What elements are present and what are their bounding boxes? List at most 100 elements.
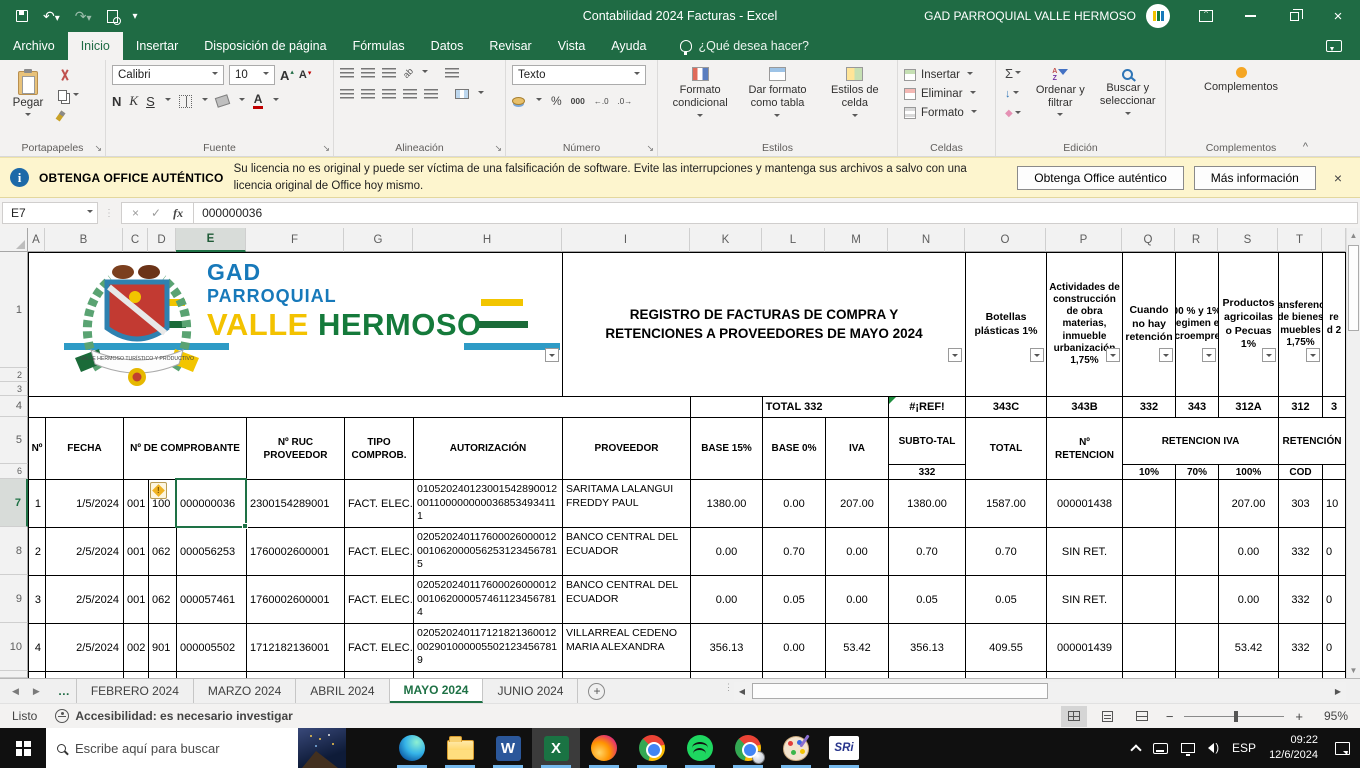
row-header-2[interactable]: 2 — [0, 368, 28, 382]
cell-O8[interactable]: 0.70 — [965, 527, 1046, 575]
col-header-regimen-microempresa[interactable]: 100 % y 1%.- Regimen en microempresa — [1175, 252, 1218, 396]
cell-D8[interactable]: 062 — [148, 527, 176, 575]
cell-N10[interactable]: 356.13 — [888, 623, 965, 671]
new-sheet-button[interactable]: + — [588, 682, 606, 700]
undo-button[interactable]: ↶▾ — [43, 8, 60, 25]
row-header-6[interactable]: 6 — [0, 464, 28, 479]
zoom-slider-thumb[interactable] — [1234, 710, 1239, 722]
cut-button[interactable] — [55, 67, 82, 84]
cell-G8[interactable]: FACT. ELEC. — [344, 527, 413, 575]
account-name[interactable]: GAD PARROQUIAL VALLE HERMOSO — [924, 9, 1136, 23]
cell-E10[interactable]: 000005502 — [176, 623, 246, 671]
cell-O7[interactable]: 1587.00 — [965, 479, 1046, 527]
autofilter-dropdown-icon[interactable] — [1030, 348, 1044, 362]
fill-color-icon[interactable] — [214, 94, 230, 108]
redo-button[interactable]: ↷▾ — [75, 8, 92, 25]
horizontal-scrollbar[interactable]: ◀ ▶ — [734, 682, 1346, 701]
cell-L10[interactable]: 0.00 — [762, 623, 825, 671]
wrap-text-icon[interactable] — [445, 68, 460, 78]
cell-A8[interactable]: 2 — [28, 527, 45, 575]
taskbar-explorer-icon[interactable] — [436, 728, 484, 768]
cell-B9[interactable]: 2/5/2024 — [45, 575, 123, 623]
align-left-icon[interactable] — [340, 89, 354, 99]
cell-T7[interactable]: 303 — [1278, 479, 1322, 527]
cell-L7[interactable]: 0.00 — [762, 479, 825, 527]
cell-K10[interactable]: 356.13 — [690, 623, 762, 671]
enter-icon[interactable]: ✓ — [151, 206, 161, 220]
row4-blank-k[interactable] — [690, 396, 762, 417]
autofilter-dropdown-icon[interactable] — [948, 348, 962, 362]
column-header-I[interactable]: I — [562, 228, 690, 252]
cell-M7[interactable]: 207.00 — [825, 479, 888, 527]
header-retencion-2[interactable]: RETENCIÓN — [1278, 417, 1346, 464]
tab-splitter[interactable]: ⋮ — [724, 683, 733, 692]
cell-P9[interactable]: SIN RET. — [1046, 575, 1122, 623]
minimize-button[interactable] — [1228, 0, 1272, 32]
column-header-C[interactable]: C — [123, 228, 148, 252]
close-warning-icon[interactable]: × — [1326, 170, 1350, 186]
close-button[interactable]: × — [1316, 0, 1360, 32]
notification-center-icon[interactable] — [1335, 741, 1350, 755]
column-header-N[interactable]: N — [888, 228, 965, 252]
number-format-combo[interactable]: Texto — [512, 65, 646, 85]
clear-button[interactable]: ◆ — [1002, 105, 1024, 122]
cell-F10[interactable]: 1712182136001 — [246, 623, 344, 671]
taskbar-excel-icon[interactable]: X — [532, 728, 580, 768]
zoom-in-button[interactable]: + — [1292, 709, 1306, 724]
menu-tab-datos[interactable]: Datos — [418, 32, 477, 60]
cell-B8[interactable]: 2/5/2024 — [45, 527, 123, 575]
percent-style-button[interactable]: % — [551, 94, 562, 108]
sort-filter-button[interactable]: AZ Ordenar y filtrar — [1029, 68, 1091, 119]
row-header-10[interactable]: 10 — [0, 623, 28, 671]
cell-partial-row[interactable] — [965, 671, 1046, 678]
select-all-corner[interactable] — [0, 228, 28, 252]
cell-partial-row[interactable] — [123, 671, 148, 678]
cell-styles-button[interactable]: Estilos de celda — [819, 67, 891, 120]
menu-tab-inicio[interactable]: Inicio — [67, 32, 123, 60]
row-header-4[interactable]: 4 — [0, 396, 28, 417]
column-header-T[interactable]: T — [1278, 228, 1322, 252]
insert-function-icon[interactable]: fx — [173, 206, 183, 221]
scroll-left-icon[interactable]: ◀ — [734, 687, 750, 696]
cell-I8[interactable]: BANCO CENTRAL DEL ECUADOR — [562, 527, 690, 575]
header-cod[interactable]: COD — [1278, 464, 1322, 479]
shrink-font-button[interactable]: A ▾ — [299, 69, 311, 81]
cell-A9[interactable]: 3 — [28, 575, 45, 623]
tell-me-search[interactable]: ¿Qué desea hacer? — [679, 32, 809, 60]
cell-M9[interactable]: 0.00 — [825, 575, 888, 623]
autofilter-dropdown-icon[interactable] — [1306, 348, 1320, 362]
copy-button[interactable] — [55, 87, 82, 104]
header-proveedor[interactable]: PROVEEDOR — [562, 417, 690, 479]
logo-cell[interactable]: VALLE HERMOSO TURÍSTICO Y PRODUCTIVO GAD… — [28, 252, 562, 396]
cell-K9[interactable]: 0.00 — [690, 575, 762, 623]
cell-G9[interactable]: FACT. ELEC. — [344, 575, 413, 623]
column-header-E[interactable]: E — [176, 228, 246, 252]
taskbar-paint-icon[interactable] — [772, 728, 820, 768]
cell-G7[interactable]: FACT. ELEC. — [344, 479, 413, 527]
row-header-9[interactable]: 9 — [0, 575, 28, 623]
cell-partial-row[interactable] — [690, 671, 762, 678]
cell-8[interactable]: 0 — [1322, 527, 1346, 575]
cell-partial-row[interactable] — [562, 671, 690, 678]
cancel-icon[interactable]: × — [132, 206, 139, 220]
print-preview-icon[interactable] — [106, 9, 121, 25]
row-header-partial[interactable] — [0, 671, 28, 678]
cell-partial-row[interactable] — [825, 671, 888, 678]
cell-S9[interactable]: 0.00 — [1218, 575, 1278, 623]
header-base-0[interactable]: BASE 0% — [762, 417, 825, 479]
dialog-launcher-icon[interactable]: ↘ — [322, 143, 330, 154]
taskbar-firefox-icon[interactable] — [580, 728, 628, 768]
column-header-M[interactable]: M — [825, 228, 888, 252]
cell-Q10[interactable] — [1122, 623, 1175, 671]
cell-T9[interactable]: 332 — [1278, 575, 1322, 623]
column-header-P[interactable]: P — [1046, 228, 1122, 252]
align-bottom-icon[interactable] — [382, 68, 396, 78]
cell-D10[interactable]: 901 — [148, 623, 176, 671]
cell-A7[interactable]: 1 — [28, 479, 45, 527]
format-painter-button[interactable] — [55, 107, 82, 124]
row4-total-332[interactable]: TOTAL 332 — [762, 396, 825, 417]
header-num[interactable]: Nº — [28, 417, 45, 479]
collapse-ribbon-icon[interactable]: ^ — [1303, 141, 1308, 153]
cell-partial-row[interactable] — [246, 671, 344, 678]
cell-N8[interactable]: 0.70 — [888, 527, 965, 575]
